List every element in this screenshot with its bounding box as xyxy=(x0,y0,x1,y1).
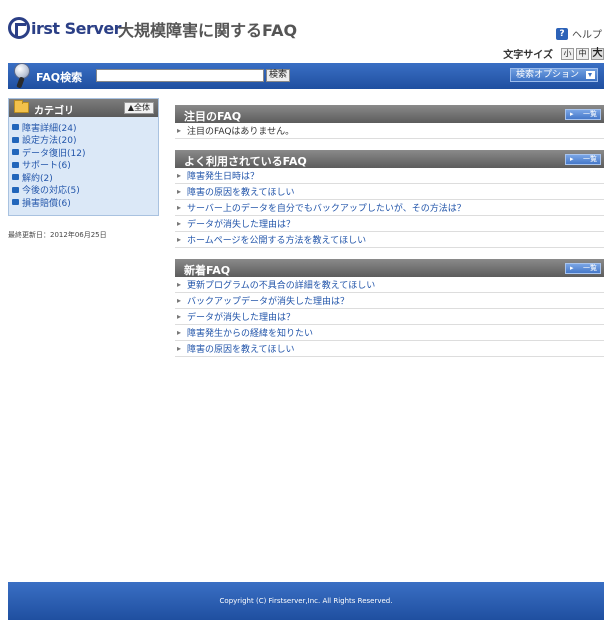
category-item[interactable]: 設定方法(20) xyxy=(9,134,85,147)
help-label: ヘルプ xyxy=(572,30,602,41)
faq-empty-message: 注目のFAQはありません。 xyxy=(187,127,295,137)
category-item[interactable]: 障害詳細(24) xyxy=(9,121,85,134)
category-item-label: 解約(2) xyxy=(22,173,53,184)
category-item-label: 障害詳細(24) xyxy=(22,123,77,134)
category-item[interactable]: 解約(2) xyxy=(9,171,85,184)
arrow-icon: ▸ xyxy=(177,235,182,244)
faq-list: ▸ 注目のFAQはありません。 xyxy=(175,123,604,139)
category-item[interactable]: サポート(6) xyxy=(9,159,85,172)
header: irst Server 大規模障害に関するFAQ ? ヘルプ 文字サイズ 小 中… xyxy=(0,0,616,62)
category-item-label: 設定方法(20) xyxy=(22,136,77,147)
footer: Copyright (C) Firstserver,Inc. All Right… xyxy=(8,582,604,620)
view-all-button[interactable]: 一覧 xyxy=(565,109,601,120)
list-item[interactable]: ▸ 障害の原因を教えてほしい xyxy=(175,341,604,357)
arrow-icon: ▸ xyxy=(177,171,182,180)
folder-icon xyxy=(12,149,19,156)
list-item[interactable]: ▸ ホームページを公開する方法を教えてほしい xyxy=(175,232,604,248)
list-item[interactable]: ▸ 障害の原因を教えてほしい xyxy=(175,184,604,200)
list-item[interactable]: ▸ データが消失した理由は？ xyxy=(175,216,604,232)
view-all-button[interactable]: 一覧 xyxy=(565,263,601,274)
list-item: ▸ 注目のFAQはありません。 xyxy=(175,123,604,139)
font-size-small-button[interactable]: 小 xyxy=(561,47,574,60)
arrow-icon: ▸ xyxy=(177,344,182,353)
font-size-large-button[interactable]: 大 xyxy=(591,47,604,60)
arrow-icon: ▸ xyxy=(177,126,182,135)
arrow-icon: ▸ xyxy=(177,280,182,289)
section-title: 注目のFAQ xyxy=(184,110,242,123)
list-item[interactable]: ▸ バックアップデータが消失した理由は？ xyxy=(175,293,604,309)
folder-icon xyxy=(12,174,19,181)
faq-link[interactable]: サーバー上のデータを自分でもバックアップしたいが、その方法は？ xyxy=(187,201,466,214)
arrow-icon: ▸ xyxy=(177,187,182,196)
search-input[interactable] xyxy=(96,69,264,82)
category-item-label: 今後の対応(5) xyxy=(22,186,80,197)
help-icon: ? xyxy=(556,27,568,40)
last-updated: 最終更新日：2012年06月25日 xyxy=(8,231,107,239)
folder-icon xyxy=(12,161,19,168)
faq-link[interactable]: 更新プログラムの不具合の詳細を教えてほしい xyxy=(187,278,375,291)
list-item[interactable]: ▸ 更新プログラムの不具合の詳細を教えてほしい xyxy=(175,277,604,293)
firstserver-logo[interactable]: irst Server xyxy=(8,16,122,40)
category-item-label: データ復旧(12) xyxy=(22,148,86,159)
featured-faq-section: 注目のFAQ 一覧 ▸ 注目のFAQはありません。 xyxy=(175,105,604,139)
magnifier-icon xyxy=(12,61,34,89)
faq-link[interactable]: ホームページを公開する方法を教えてほしい xyxy=(187,233,366,246)
category-all-button[interactable]: ▲全体 xyxy=(123,102,154,114)
category-header: カテゴリ ▲全体 xyxy=(9,99,158,117)
chevron-down-icon xyxy=(586,71,595,79)
logo-f-icon xyxy=(8,17,30,39)
faq-list: ▸ 障害発生日時は？ ▸ 障害の原因を教えてほしい ▸ サーバー上のデータを自分でもバ… xyxy=(175,168,604,248)
category-item-label: 損害賠償(6) xyxy=(22,198,71,209)
search-options-label: 検索オプション xyxy=(515,70,579,80)
faq-link[interactable]: 障害の原因を教えてほしい xyxy=(187,342,295,355)
section-header: よく利用されているFAQ 一覧 xyxy=(175,150,604,168)
faq-link[interactable]: データが消失した理由は？ xyxy=(187,217,295,230)
font-size-selector: 文字サイズ 小 中 大 xyxy=(503,46,604,61)
category-list: 障害詳細(24) 設定方法(20) データ復旧(12) サポート(6) 解約(2… xyxy=(9,121,85,209)
list-item[interactable]: ▸ 障害発生からの経緯を知りたい xyxy=(175,325,604,341)
font-size-label: 文字サイズ xyxy=(503,50,553,61)
section-title: 新着FAQ xyxy=(184,264,231,277)
list-item[interactable]: ▸ データが消失した理由は？ xyxy=(175,309,604,325)
help-link[interactable]: ? ヘルプ xyxy=(556,26,602,41)
search-button[interactable]: 検索 xyxy=(266,69,291,82)
section-title: よく利用されているFAQ xyxy=(184,155,307,168)
folder-icon xyxy=(14,100,29,113)
arrow-icon: ▸ xyxy=(177,219,182,228)
arrow-icon: ▸ xyxy=(177,203,182,212)
list-item[interactable]: ▸ サーバー上のデータを自分でもバックアップしたいが、その方法は？ xyxy=(175,200,604,216)
popular-faq-section: よく利用されているFAQ 一覧 ▸ 障害発生日時は？ ▸ 障害の原因を教えてほしい … xyxy=(175,150,604,248)
category-panel: カテゴリ ▲全体 障害詳細(24) 設定方法(20) データ復旧(12) サポー… xyxy=(8,98,159,216)
search-bar: FAQ検索 検索 検索オプション xyxy=(8,63,604,89)
faq-link[interactable]: 障害の原因を教えてほしい xyxy=(187,185,295,198)
faq-list: ▸ 更新プログラムの不具合の詳細を教えてほしい ▸ バックアップデータが消失した理由… xyxy=(175,277,604,357)
folder-icon xyxy=(12,199,19,206)
section-header: 注目のFAQ 一覧 xyxy=(175,105,604,123)
category-item[interactable]: データ復旧(12) xyxy=(9,146,85,159)
arrow-icon: ▸ xyxy=(177,296,182,305)
category-title: カテゴリ xyxy=(34,106,74,117)
category-item[interactable]: 損害賠償(6) xyxy=(9,196,85,209)
font-size-medium-button[interactable]: 中 xyxy=(576,47,589,60)
arrow-icon: ▸ xyxy=(177,312,182,321)
faq-link[interactable]: 障害発生からの経緯を知りたい xyxy=(187,326,313,339)
folder-icon xyxy=(12,136,19,143)
search-options-dropdown[interactable]: 検索オプション xyxy=(509,68,598,82)
list-item[interactable]: ▸ 障害発生日時は？ xyxy=(175,168,604,184)
new-faq-section: 新着FAQ 一覧 ▸ 更新プログラムの不具合の詳細を教えてほしい ▸ バックアップデ… xyxy=(175,259,604,357)
faq-link[interactable]: データが消失した理由は？ xyxy=(187,310,295,323)
category-item[interactable]: 今後の対応(5) xyxy=(9,184,85,197)
search-label: FAQ検索 xyxy=(36,71,83,84)
category-item-label: サポート(6) xyxy=(22,161,71,172)
faq-link[interactable]: 障害発生日時は？ xyxy=(187,169,259,182)
page-title: 大規模障害に関するFAQ xyxy=(118,21,298,40)
view-all-button[interactable]: 一覧 xyxy=(565,154,601,165)
copyright: Copyright (C) Firstserver,Inc. All Right… xyxy=(219,597,393,605)
faq-link[interactable]: バックアップデータが消失した理由は？ xyxy=(187,294,349,307)
logo-text: irst Server xyxy=(31,18,122,38)
folder-icon xyxy=(12,124,19,131)
section-header: 新着FAQ 一覧 xyxy=(175,259,604,277)
arrow-icon: ▸ xyxy=(177,328,182,337)
folder-icon xyxy=(12,186,19,193)
